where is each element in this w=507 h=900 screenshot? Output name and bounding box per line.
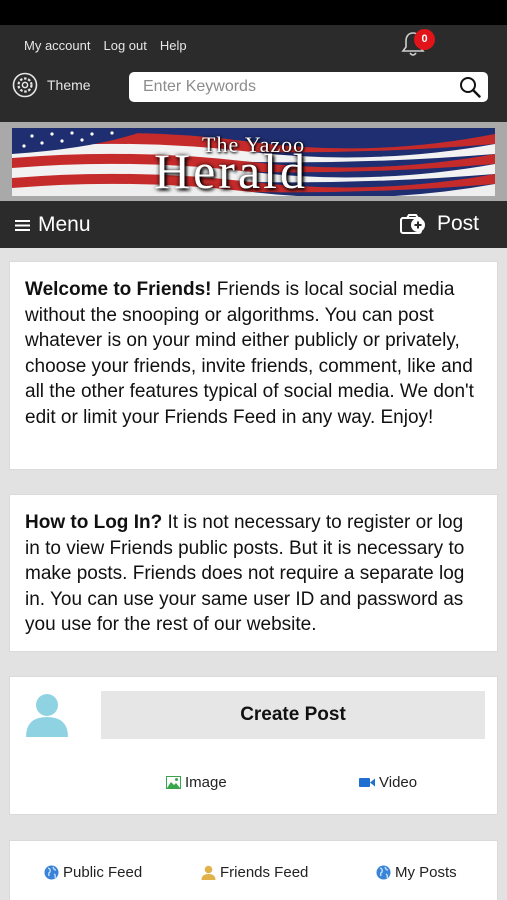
- menu-label: Menu: [38, 213, 91, 236]
- masthead-logo[interactable]: The Yazoo Herald: [12, 128, 495, 196]
- account-links: My account Log out Help: [24, 38, 187, 53]
- gear-icon: [12, 72, 38, 98]
- add-photo-icon: [399, 214, 425, 234]
- avatar: [26, 694, 68, 737]
- post-button[interactable]: Post: [399, 212, 479, 236]
- video-button[interactable]: Video: [359, 774, 417, 791]
- search-box: [129, 72, 488, 102]
- public-feed-label: Public Feed: [63, 864, 143, 881]
- video-label: Video: [379, 774, 418, 791]
- my-posts-link[interactable]: My Posts: [376, 864, 457, 881]
- my-account-link[interactable]: My account: [24, 38, 90, 53]
- post-label: Post: [436, 212, 479, 235]
- search-icon[interactable]: [459, 76, 481, 98]
- welcome-body: Friends is local social media without th…: [25, 279, 474, 428]
- notification-badge: 0: [414, 29, 435, 50]
- video-icon: [359, 778, 375, 787]
- hamburger-icon: [15, 220, 30, 231]
- masthead-line2: Herald: [154, 143, 309, 196]
- menu-bar: Menu Post: [0, 201, 507, 248]
- menu-button[interactable]: Menu: [15, 213, 91, 237]
- feed-tabs-card: Public Feed Friends Feed My Posts: [9, 840, 498, 900]
- friends-feed-link[interactable]: Friends Feed: [201, 864, 308, 881]
- how-to-login-card: How to Log In? It is not necessary to re…: [9, 494, 498, 652]
- my-posts-label: My Posts: [395, 864, 457, 881]
- image-icon: [166, 776, 181, 789]
- post-composer-card: Create Post Image Video: [9, 676, 498, 815]
- log-out-link[interactable]: Log out: [103, 38, 146, 53]
- status-bar: [0, 0, 507, 25]
- top-header: My account Log out Help 0 Theme: [0, 25, 507, 122]
- howto-text: How to Log In? It is not necessary to re…: [25, 510, 483, 638]
- howto-heading: How to Log In?: [25, 512, 163, 533]
- image-label: Image: [185, 774, 227, 791]
- search-input[interactable]: [143, 72, 443, 102]
- friends-feed-label: Friends Feed: [220, 864, 309, 881]
- theme-label: Theme: [47, 77, 91, 93]
- theme-button[interactable]: Theme: [12, 72, 91, 98]
- welcome-heading: Welcome to Friends!: [25, 279, 212, 300]
- help-link[interactable]: Help: [160, 38, 187, 53]
- welcome-text: Welcome to Friends! Friends is local soc…: [25, 277, 483, 430]
- globe-icon: [44, 865, 59, 880]
- globe-icon: [376, 865, 391, 880]
- image-button[interactable]: Image: [166, 774, 227, 791]
- public-feed-link[interactable]: Public Feed: [44, 864, 142, 881]
- welcome-card: Welcome to Friends! Friends is local soc…: [9, 261, 498, 470]
- user-icon: [201, 865, 216, 880]
- create-post-button[interactable]: Create Post: [101, 691, 485, 739]
- masthead-area: The Yazoo Herald: [0, 122, 507, 201]
